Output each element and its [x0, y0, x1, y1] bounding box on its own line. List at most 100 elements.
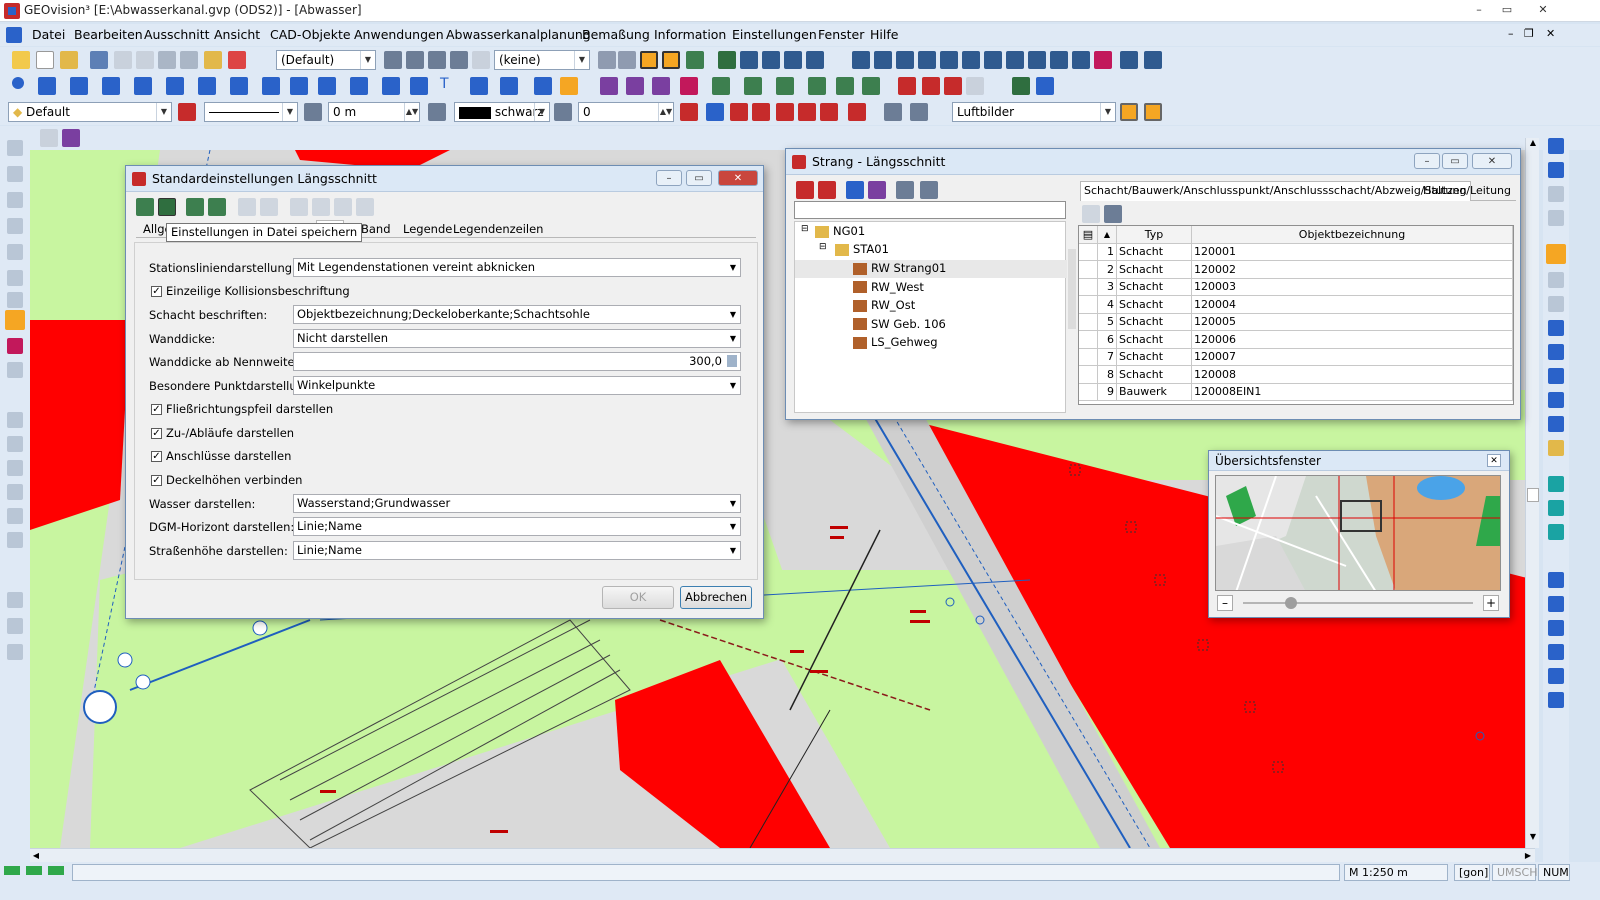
dialog-maximize-button[interactable]: ▭: [686, 170, 712, 186]
delete-2-icon[interactable]: [922, 77, 940, 95]
close-button[interactable]: ✕: [1530, 1, 1556, 19]
view-combo[interactable]: (Default) ▼: [276, 50, 376, 70]
tool-6-icon[interactable]: [7, 270, 23, 286]
menu-fenster[interactable]: Fenster: [818, 27, 864, 42]
delete-1-icon[interactable]: [898, 77, 916, 95]
column-header-objekt[interactable]: Objektbezeichnung: [1191, 226, 1513, 244]
table-row[interactable]: 3 Schacht 120003: [1079, 278, 1513, 296]
menu-hilfe[interactable]: Hilfe: [870, 27, 898, 42]
tab-band[interactable]: Band: [358, 220, 394, 238]
rectangle-icon[interactable]: [166, 77, 184, 95]
tab-haltung[interactable]: Haltung/Leitung: [1420, 182, 1514, 200]
route-icon[interactable]: [868, 181, 886, 199]
snap-cross-icon[interactable]: [618, 51, 636, 69]
aerial-settings-icon[interactable]: [1144, 103, 1162, 121]
tool-4-icon[interactable]: [7, 218, 23, 234]
rotate-icon[interactable]: [318, 77, 336, 95]
move-icon[interactable]: [262, 77, 280, 95]
arrow-left-icon[interactable]: [1548, 186, 1564, 202]
paste-icon[interactable]: [180, 51, 198, 69]
mirror-icon[interactable]: [350, 77, 368, 95]
snap-line-icon[interactable]: [662, 51, 680, 69]
zoom-all-icon[interactable]: [1548, 320, 1564, 336]
snap-2-icon[interactable]: [1548, 596, 1564, 612]
new-file-icon[interactable]: [36, 51, 54, 69]
section-icon[interactable]: [836, 77, 854, 95]
scroll-right-icon[interactable]: ▶: [1522, 850, 1534, 862]
tree-toggle-sta[interactable]: ⊟: [819, 242, 827, 252]
snap-curve-icon[interactable]: [686, 51, 704, 69]
info-7-icon[interactable]: [984, 51, 1002, 69]
tree-item-root[interactable]: NG01: [833, 224, 865, 238]
info-12-icon[interactable]: [1094, 51, 1112, 69]
menu-anwendungen[interactable]: Anwendungen: [354, 27, 444, 42]
strang-minimize-button[interactable]: –: [1414, 153, 1440, 169]
dialog-close-button[interactable]: ✕: [718, 170, 758, 186]
filter-combo[interactable]: (keine) ▼: [494, 50, 590, 70]
tab-schacht[interactable]: Schacht/Bauwerk/Anschlusspunkt/Anschluss…: [1080, 181, 1471, 201]
delete-3-icon[interactable]: [944, 77, 962, 95]
snap-5-icon[interactable]: [1548, 668, 1564, 684]
cancel-button[interactable]: Abbrechen: [680, 586, 752, 609]
overview-map[interactable]: [1215, 475, 1501, 591]
color-combo[interactable]: schwarz ▼: [454, 102, 550, 122]
legend-icon[interactable]: [1012, 77, 1030, 95]
tree-item-strang[interactable]: RW_Ost: [871, 298, 915, 312]
open-folder-icon[interactable]: [60, 51, 78, 69]
menu-information[interactable]: Information: [654, 27, 726, 42]
tool-17-icon[interactable]: [7, 592, 23, 608]
scroll-up-icon[interactable]: ▲: [1527, 138, 1539, 150]
menu-ansicht[interactable]: Ansicht: [214, 27, 260, 42]
snap-4-icon[interactable]: [1548, 644, 1564, 660]
table-corner[interactable]: ▤: [1079, 226, 1098, 244]
info-8-icon[interactable]: [1006, 51, 1024, 69]
curve-icon[interactable]: [102, 77, 120, 95]
angle-icon[interactable]: [554, 103, 572, 121]
column-header-typ[interactable]: Typ: [1116, 226, 1192, 244]
tree-toggle-root[interactable]: ⊟: [801, 224, 809, 234]
tree-item-strang[interactable]: SW Geb. 106: [871, 317, 946, 331]
doc-icon[interactable]: [1082, 205, 1100, 223]
schacht-dropdown[interactable]: Objektbezeichnung;Deckeloberkante;Schach…: [293, 305, 741, 324]
strang-search-field[interactable]: [794, 201, 1066, 219]
table-row[interactable]: 6 Schacht 120006: [1079, 330, 1513, 349]
table-row[interactable]: 5 Schacht 120005: [1079, 313, 1513, 331]
collision-checkbox[interactable]: ✓: [151, 286, 162, 297]
slider-thumb[interactable]: [1285, 597, 1297, 609]
zoom-out-button[interactable]: –: [1217, 595, 1233, 611]
panel-splitter[interactable]: [1068, 249, 1076, 329]
profile-icon[interactable]: [808, 77, 826, 95]
view-1-icon[interactable]: [1548, 476, 1564, 492]
style-3-icon[interactable]: [730, 103, 748, 121]
manhole-icon[interactable]: [626, 77, 644, 95]
tool-7-icon[interactable]: [7, 292, 23, 308]
view-2-icon[interactable]: [1548, 500, 1564, 516]
info-10-icon[interactable]: [1050, 51, 1068, 69]
profile-view-icon[interactable]: [846, 181, 864, 199]
snap-3-icon[interactable]: [1548, 620, 1564, 636]
table-row[interactable]: 7 Schacht 120007: [1079, 348, 1513, 366]
binoculars-icon[interactable]: [90, 51, 108, 69]
style-10-icon[interactable]: [910, 103, 928, 121]
tool-5-icon[interactable]: [7, 244, 23, 260]
triangle-icon[interactable]: [134, 77, 152, 95]
table-options-icon[interactable]: [1104, 205, 1122, 223]
zoom-scale-icon[interactable]: [1548, 416, 1564, 432]
table-row[interactable]: 8 Schacht 120008: [1079, 365, 1513, 384]
angle-field[interactable]: 0 ▲▼: [578, 102, 674, 122]
line-icon[interactable]: [38, 77, 56, 95]
maximize-button[interactable]: ▭: [1494, 1, 1520, 19]
add-strang-icon[interactable]: [796, 181, 814, 199]
style-7-icon[interactable]: [820, 103, 838, 121]
pen-icon[interactable]: [12, 51, 30, 69]
table-row[interactable]: 4 Schacht 120004: [1079, 295, 1513, 314]
view-3-icon[interactable]: [1548, 524, 1564, 540]
info-9-icon[interactable]: [1028, 51, 1046, 69]
arrow-right-icon[interactable]: [1548, 210, 1564, 226]
sort-row-icon[interactable]: [356, 198, 374, 216]
options-icon[interactable]: [920, 181, 938, 199]
arrow-up-icon[interactable]: [1548, 162, 1564, 178]
menu-einstellungen[interactable]: Einstellungen: [732, 27, 817, 42]
table-row[interactable]: 2 Schacht 120002: [1079, 260, 1513, 279]
save-default-icon[interactable]: [208, 198, 226, 216]
